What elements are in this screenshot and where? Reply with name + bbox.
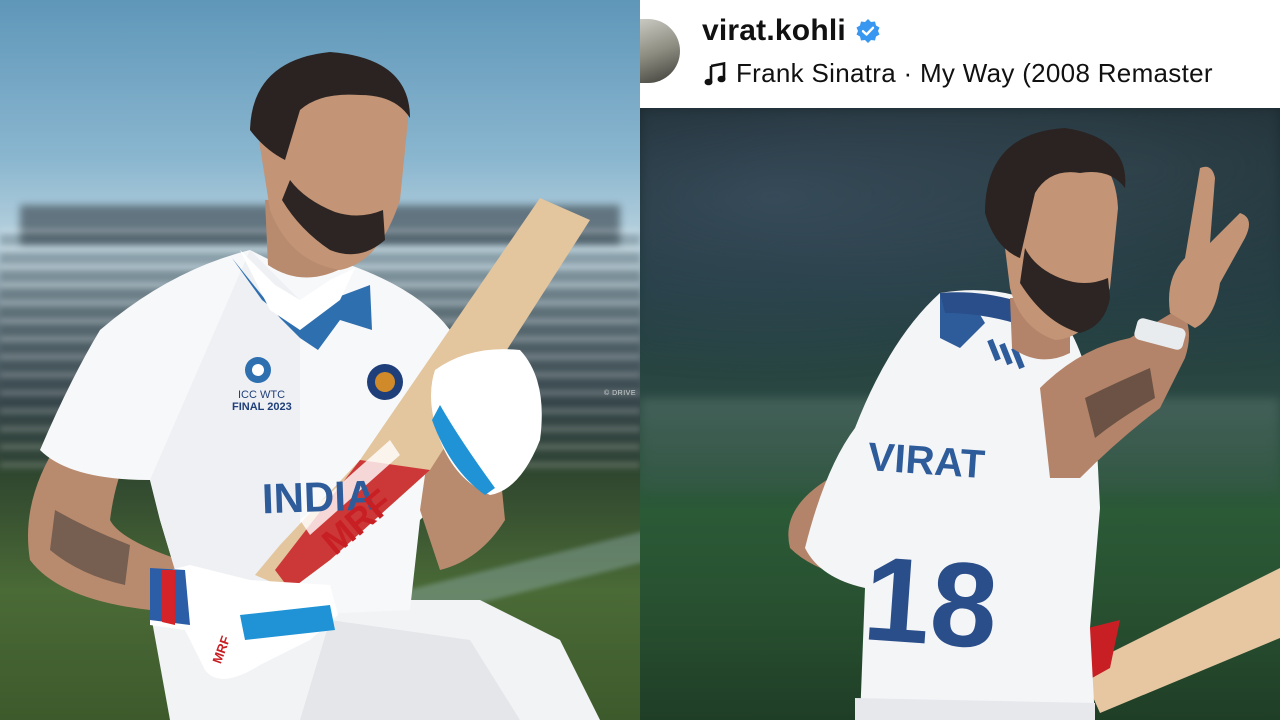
- music-row[interactable]: Frank Sinatra · My Way (2008 Remaster: [704, 58, 1213, 89]
- profile-avatar[interactable]: [640, 19, 680, 83]
- wtc-logo-line2: FINAL 2023: [232, 401, 292, 413]
- username-link[interactable]: virat.kohli: [702, 14, 846, 48]
- username-row: virat.kohli: [702, 14, 881, 48]
- verified-icon: [856, 19, 880, 43]
- post-photo[interactable]: VIRAT 18: [640, 108, 1280, 720]
- music-note-icon: [704, 61, 726, 85]
- jersey-name: VIRAT: [866, 435, 986, 487]
- left-photo: © DRIVE INDIA ICC WTC FINAL 2023 MRF MRF: [0, 0, 640, 720]
- post-header: virat.kohli Frank Sinatra · My Way (2008…: [640, 0, 1280, 109]
- instagram-post: virat.kohli Frank Sinatra · My Way (2008…: [640, 0, 1280, 720]
- song-title: Frank Sinatra · My Way (2008 Remaster: [736, 58, 1213, 88]
- player-celebration-illustration: VIRAT 18: [788, 128, 1280, 720]
- player-batting-pose-illustration: INDIA ICC WTC FINAL 2023 MRF MRF: [28, 52, 600, 720]
- jersey-number: 18: [859, 531, 1002, 674]
- wtc-logo-line1: ICC WTC: [238, 389, 285, 401]
